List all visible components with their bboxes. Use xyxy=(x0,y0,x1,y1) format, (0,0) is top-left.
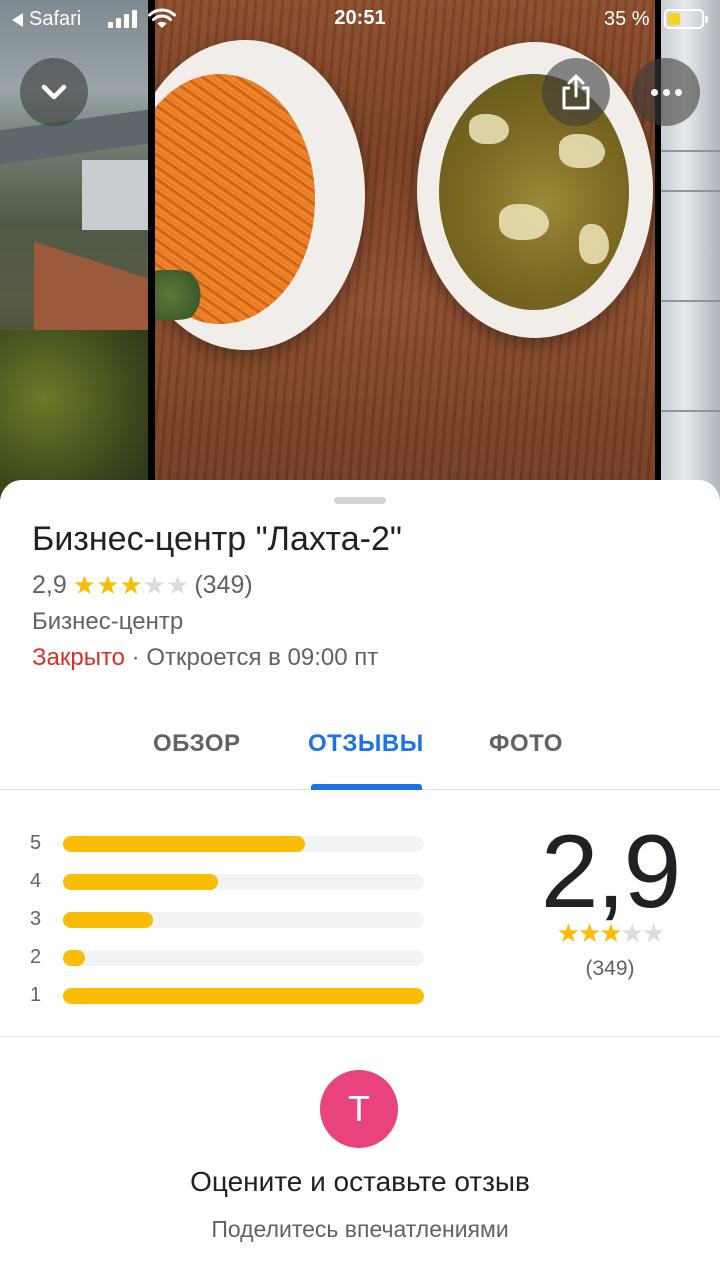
collapse-button[interactable] xyxy=(20,58,88,126)
histogram-bar xyxy=(63,988,424,1004)
star-empty-icon: ★ xyxy=(641,918,665,948)
histogram-bar xyxy=(63,912,154,928)
more-dots-icon xyxy=(650,88,682,96)
overall-review-count: (349) xyxy=(585,957,635,980)
share-button[interactable] xyxy=(542,58,610,126)
review-count: (349) xyxy=(194,571,253,599)
share-icon xyxy=(562,74,590,110)
histogram-label: 2 xyxy=(30,946,42,968)
opening-hours[interactable]: Закрыто · Откроется в 09:00 пт xyxy=(32,644,378,672)
tab-reviews[interactable]: ОТЗЫВЫ xyxy=(308,730,424,758)
hours-next-open: Откроется в 09:00 пт xyxy=(146,644,379,671)
histogram-track xyxy=(63,836,424,852)
divider xyxy=(0,1036,720,1037)
place-details-sheet[interactable]: Бизнес-центр "Лахта-2" 2,9 ★ ★ ★ ★ ★ (349) Б… xyxy=(0,480,720,1280)
rating-summary[interactable]: 2,9 ★ ★ ★ ★ ★ (349) xyxy=(32,570,253,601)
tab-photos[interactable]: ФОТО xyxy=(489,730,563,758)
histogram-bar xyxy=(63,874,219,890)
star-filled-icon: ★ xyxy=(96,570,119,600)
star-empty-icon: ★ xyxy=(142,570,166,600)
avatar[interactable]: T xyxy=(320,1070,398,1148)
chevron-down-icon xyxy=(41,84,67,100)
histogram-label: 4 xyxy=(30,870,42,892)
histogram-track xyxy=(63,988,424,1004)
histogram-bar xyxy=(63,950,85,966)
rating-histogram: 5 4 3 2 1 xyxy=(30,830,430,1020)
status-bar: Safari 20:51 35 % xyxy=(0,0,720,40)
rating-stars: ★ ★ ★ ★ ★ xyxy=(72,570,190,601)
star-filled-icon: ★ xyxy=(578,918,601,948)
rating-value: 2,9 xyxy=(32,571,67,599)
star-filled-icon: ★ xyxy=(599,918,622,948)
tab-bar: ОБЗОР ОТЗЫВЫ ФОТО xyxy=(0,710,720,790)
histogram-label: 1 xyxy=(30,984,42,1006)
tab-overview[interactable]: ОБЗОР xyxy=(153,730,241,758)
histogram-row: 1 xyxy=(30,982,430,1020)
histogram-track xyxy=(63,874,424,890)
histogram-track xyxy=(63,950,424,966)
star-filled-icon: ★ xyxy=(72,570,96,600)
star-filled-icon: ★ xyxy=(119,570,142,600)
histogram-track xyxy=(63,912,424,928)
more-options-button[interactable] xyxy=(632,58,700,126)
place-category: Бизнес-центр xyxy=(32,608,184,635)
star-filled-icon: ★ xyxy=(556,918,580,948)
photo-carousel[interactable] xyxy=(0,0,720,500)
rate-and-review-subtitle: Поделитесь впечатлениями xyxy=(211,1216,509,1242)
histogram-bar xyxy=(63,836,305,852)
battery-percent: 35 % xyxy=(604,8,650,30)
status-closed: Закрыто xyxy=(32,644,126,671)
histogram-label: 5 xyxy=(30,832,42,854)
hours-separator: · xyxy=(125,644,147,671)
histogram-row: 4 xyxy=(30,868,430,906)
place-title: Бизнес-центр "Лахта-2" xyxy=(32,520,402,558)
food-bowl-soup xyxy=(417,42,653,338)
rate-and-review-title[interactable]: Оцените и оставьте отзыв xyxy=(0,1166,720,1198)
histogram-row: 2 xyxy=(30,944,430,982)
battery-icon xyxy=(664,9,708,29)
histogram-label: 3 xyxy=(30,908,42,930)
overall-rating-value: 2,9 xyxy=(540,814,682,930)
active-tab-indicator xyxy=(311,784,422,790)
sheet-drag-handle[interactable] xyxy=(334,497,386,504)
star-empty-icon: ★ xyxy=(620,918,644,948)
star-empty-icon: ★ xyxy=(166,570,189,600)
histogram-row: 5 xyxy=(30,830,430,868)
histogram-row: 3 xyxy=(30,906,430,944)
overall-rating: 2,9 ★★★★★ (349) xyxy=(520,820,700,981)
